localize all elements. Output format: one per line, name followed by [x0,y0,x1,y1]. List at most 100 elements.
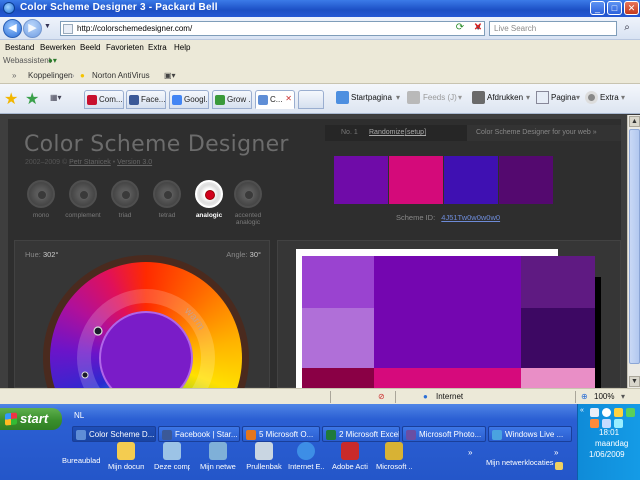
back-button[interactable]: ◀ [3,19,22,38]
swatch-complement[interactable] [499,156,553,204]
search-icon[interactable]: ⌕ [619,21,635,36]
afdrukken-button[interactable]: Afdrukken [487,93,523,102]
taskbar-facebook[interactable]: Facebook | Star... [158,426,240,442]
network-tray-icon[interactable] [590,408,599,417]
ql-microsoft[interactable]: Microsoft ... [376,442,412,471]
ql-internet-explorer[interactable]: Internet E... [288,442,324,471]
menu-help[interactable]: Help [174,43,190,52]
close-button[interactable]: ✕ [624,1,639,15]
mode-mono[interactable]: mono [22,180,60,219]
pagina-dropdown-icon[interactable]: ▾ [576,93,580,102]
history-dropdown-icon[interactable]: ▼ [44,23,51,30]
links-chevron-icon[interactable]: » [12,71,16,80]
hue-marker-primary[interactable] [93,326,103,336]
startpagina-button[interactable]: Startpagina [351,93,392,102]
startpagina-dropdown-icon[interactable]: ▾ [396,93,400,102]
menu-beeld[interactable]: Beeld [80,43,100,52]
stop-icon[interactable]: ✕ [470,21,486,36]
ql-deze-computer[interactable]: Deze comp... [154,442,190,471]
tab-google[interactable]: Googl... [169,90,209,109]
menu-favorieten[interactable]: Favorieten [106,43,144,52]
menu-bewerken[interactable]: Bewerken [40,43,76,52]
toolbar-extra-icon[interactable] [555,462,563,470]
mode-complement[interactable]: complement [64,180,102,219]
ql-prullenbak[interactable]: Prullenbak [246,442,282,471]
home-icon[interactable] [336,91,349,104]
randomize-link[interactable]: Randomize [369,129,404,136]
tab-facebook[interactable]: Face... [126,90,166,109]
swatch-secondary-a[interactable] [389,156,443,204]
antivirus-tray-icon[interactable] [626,408,635,417]
bluetooth-tray-icon[interactable] [614,419,623,428]
feeds-dropdown-icon[interactable]: ▾ [458,93,462,102]
ql-adobe[interactable]: Adobe Acti... [332,442,368,471]
desktop-toolbar-label[interactable]: Bureaublad [62,456,102,465]
mode-triad[interactable]: triad [106,180,144,219]
netplaces-toolbar[interactable]: Mijn netwerklocaties [486,458,554,467]
scroll-up-arrow[interactable]: ▲ [629,116,640,127]
volume-tray-icon[interactable] [602,408,611,417]
hue-marker-secondary[interactable] [81,371,89,379]
tab-color-scheme[interactable]: C... ✕ [255,90,295,109]
gear-icon[interactable] [585,91,598,104]
search-input[interactable]: Live Search [489,21,617,36]
messenger-tray-icon[interactable] [602,419,611,428]
vertical-scrollbar[interactable]: ▲ ▼ [627,115,640,388]
tray-expand-icon[interactable]: « [580,407,584,414]
taskbar-windows-live[interactable]: Windows Live ... [488,426,572,442]
pagina-menu[interactable]: Pagina [551,93,576,102]
ql-mijn-netwerk[interactable]: Mijn netwe... [200,442,236,471]
zoom-level[interactable]: 100% [594,392,614,401]
feeds-icon[interactable] [407,91,420,104]
scheme-id-link[interactable]: 4J51Tw0w0w0w0 [441,213,500,222]
address-input[interactable]: http://colorschemedesigner.com/ ▼ [60,21,485,36]
print-icon[interactable] [472,91,485,104]
taskbar-photo[interactable]: Microsoft Photo... [402,426,486,442]
add-favorites-icon[interactable]: ★ [25,89,39,109]
toolbar-chevron-icon[interactable]: » [468,448,472,457]
taskbar-excel[interactable]: 2 Microsoft Excel [322,426,400,442]
version-link[interactable]: Version 3.0 [117,159,152,166]
links-koppelingen[interactable]: Koppelingen [28,71,72,80]
tab-close-icon[interactable]: ✕ [285,94,292,103]
scroll-down-arrow[interactable]: ▼ [629,376,640,387]
menu-extra[interactable]: Extra [148,43,167,52]
maximize-button[interactable]: □ [607,1,622,15]
mode-accented-analogic[interactable]: accented analogic [229,180,267,226]
page-menu-icon[interactable] [536,91,549,104]
zoom-icon[interactable]: ⊕ [581,392,588,401]
promo-link[interactable]: Color Scheme Designer for your web » [476,129,597,136]
feeds-button[interactable]: Feeds (J) [423,93,457,102]
forward-button[interactable]: ▶ [23,19,42,38]
update-tray-icon[interactable] [590,419,599,428]
mode-analogic[interactable]: analogic [190,180,228,219]
scroll-thumb[interactable] [629,129,640,364]
globe-icon[interactable]: ●▾ [48,56,57,65]
popup-blocker-icon[interactable]: ⊘ [378,392,385,401]
taskbar-color-scheme[interactable]: Color Scheme D... [72,426,156,442]
tab-com[interactable]: Com... [84,90,124,109]
webassistent-label[interactable]: Webassistent [3,56,51,65]
author-link[interactable]: Petr Stanicek [69,159,111,166]
norton-antivirus[interactable]: Norton AntiVirus [92,71,150,80]
favorites-star-icon[interactable]: ★ [4,89,18,109]
color-wheel[interactable]: warm [41,253,251,388]
start-button[interactable]: start [0,408,62,430]
extra-dropdown-icon[interactable]: ▾ [621,93,625,102]
language-indicator[interactable]: NL [74,411,84,420]
swatch-secondary-b[interactable] [444,156,498,204]
mode-tetrad[interactable]: tetrad [148,180,186,219]
print-dropdown-icon[interactable]: ▾ [526,93,530,102]
new-tab-button[interactable] [298,90,324,109]
clock-time[interactable]: 18:01 [599,428,619,437]
minimize-button[interactable]: _ [590,1,605,15]
promo-box[interactable]: Color Scheme Designer for your web » [467,125,621,141]
zoom-dropdown-icon[interactable]: ▾ [621,392,625,401]
quick-tabs-icon[interactable]: ▦▾ [50,93,62,102]
ql-mijn-documenten[interactable]: Mijn docum... [108,442,144,471]
security-tray-icon[interactable] [614,408,623,417]
swatch-primary[interactable] [334,156,388,204]
menu-bestand[interactable]: Bestand [5,43,34,52]
setup-link[interactable]: [setup] [405,129,426,136]
refresh-icon[interactable]: ⟳ [452,21,468,36]
